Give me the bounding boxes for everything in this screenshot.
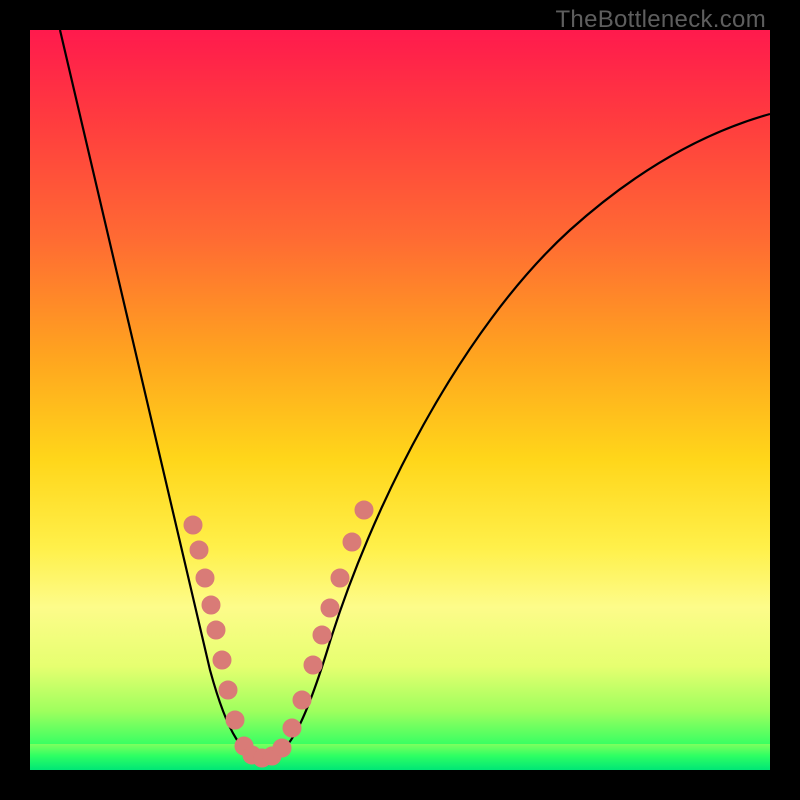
data-point bbox=[219, 681, 237, 699]
data-point bbox=[355, 501, 373, 519]
data-point bbox=[304, 656, 322, 674]
dot-group bbox=[184, 501, 373, 767]
data-point bbox=[321, 599, 339, 617]
data-point bbox=[213, 651, 231, 669]
data-point bbox=[207, 621, 225, 639]
bottleneck-curve bbox=[60, 30, 770, 758]
data-point bbox=[283, 719, 301, 737]
data-point bbox=[313, 626, 331, 644]
data-point bbox=[293, 691, 311, 709]
curve-layer bbox=[30, 30, 770, 770]
data-point bbox=[196, 569, 214, 587]
data-point bbox=[343, 533, 361, 551]
data-point bbox=[226, 711, 244, 729]
chart-frame: TheBottleneck.com bbox=[0, 0, 800, 800]
data-point bbox=[331, 569, 349, 587]
data-point bbox=[273, 739, 291, 757]
data-point bbox=[202, 596, 220, 614]
data-point bbox=[190, 541, 208, 559]
data-point bbox=[184, 516, 202, 534]
plot-area bbox=[30, 30, 770, 770]
